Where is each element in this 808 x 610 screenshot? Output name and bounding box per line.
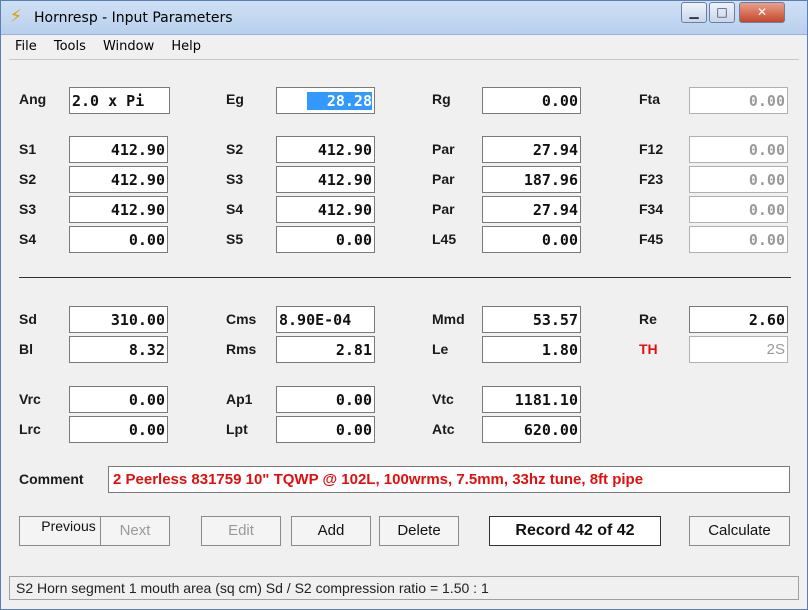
- th-field[interactable]: 2S: [689, 336, 788, 363]
- f23-label: F23: [639, 171, 664, 187]
- s1-field[interactable]: 412.90: [69, 136, 168, 163]
- par3-label: Par: [432, 201, 455, 217]
- mmd-label: Mmd: [432, 311, 465, 327]
- par1-field[interactable]: 27.94: [482, 136, 581, 163]
- lrc-label: Lrc: [19, 421, 41, 437]
- s3-label: S3: [19, 201, 37, 217]
- atc-field[interactable]: 620.00: [482, 416, 581, 443]
- s5-field[interactable]: 0.00: [276, 226, 375, 253]
- cms-label: Cms: [226, 311, 257, 327]
- cms-field[interactable]: 8.90E-04: [276, 306, 375, 333]
- mmd-field[interactable]: 53.57: [482, 306, 581, 333]
- menu-separator: [9, 59, 799, 60]
- record-indicator: Record 42 of 42: [489, 516, 661, 546]
- s4-field[interactable]: 0.00: [69, 226, 168, 253]
- par3-field[interactable]: 27.94: [482, 196, 581, 223]
- fta-field[interactable]: 0.00: [689, 87, 788, 114]
- rg-label: Rg: [432, 91, 451, 107]
- par1-label: Par: [432, 141, 455, 157]
- s3b-field[interactable]: 412.90: [276, 166, 375, 193]
- f45-label: F45: [639, 231, 664, 247]
- status-bar: S2 Horn segment 1 mouth area (sq cm) Sd …: [9, 576, 799, 600]
- minimize-button[interactable]: ▁: [681, 2, 707, 23]
- vrc-field[interactable]: 0.00: [69, 386, 168, 413]
- bl-label: Bl: [19, 341, 33, 357]
- lpt-field[interactable]: 0.00: [276, 416, 375, 443]
- delete-button[interactable]: Delete: [379, 516, 459, 546]
- comment-label: Comment: [19, 471, 84, 487]
- re-field[interactable]: 2.60: [689, 306, 788, 333]
- f12-field[interactable]: 0.00: [689, 136, 788, 163]
- maximize-button[interactable]: □: [709, 2, 735, 23]
- th-label: TH: [639, 341, 658, 357]
- l45-field[interactable]: 0.00: [482, 226, 581, 253]
- f12-label: F12: [639, 141, 664, 157]
- edit-button[interactable]: Edit: [201, 516, 281, 546]
- eg-label: Eg: [226, 91, 244, 107]
- eg-field[interactable]: 28.28: [276, 87, 375, 114]
- calculate-button[interactable]: Calculate: [689, 516, 790, 546]
- menu-tools[interactable]: Tools: [48, 35, 92, 58]
- par2-label: Par: [432, 171, 455, 187]
- lightning-icon: ⚡: [9, 6, 23, 27]
- next-button[interactable]: Next: [100, 516, 170, 546]
- rg-field[interactable]: 0.00: [482, 87, 581, 114]
- lpt-label: Lpt: [226, 421, 248, 437]
- main-window: ⚡ Hornresp - Input Parameters ▁ □ ✕ File…: [0, 0, 808, 610]
- ang-label: Ang: [19, 91, 47, 107]
- s2b-field[interactable]: 412.90: [276, 136, 375, 163]
- comment-field[interactable]: 2 Peerless 831759 10" TQWP @ 102L, 100wr…: [108, 466, 790, 493]
- title-bar[interactable]: ⚡ Hornresp - Input Parameters ▁ □ ✕: [1, 1, 807, 35]
- s3b-label: S3: [226, 171, 244, 187]
- le-label: Le: [432, 341, 449, 357]
- atc-label: Atc: [432, 421, 455, 437]
- s2-label: S2: [19, 171, 37, 187]
- s4-label: S4: [19, 231, 37, 247]
- vrc-label: Vrc: [19, 391, 41, 407]
- ap1-label: Ap1: [226, 391, 253, 407]
- s4b-label: S4: [226, 201, 244, 217]
- menu-file[interactable]: File: [9, 35, 43, 58]
- eg-value: 28.28: [306, 92, 372, 110]
- sd-label: Sd: [19, 311, 37, 327]
- f45-field[interactable]: 0.00: [689, 226, 788, 253]
- fta-label: Fta: [639, 91, 660, 107]
- f34-label: F34: [639, 201, 664, 217]
- rms-label: Rms: [226, 341, 257, 357]
- rms-field[interactable]: 2.81: [276, 336, 375, 363]
- menu-help[interactable]: Help: [165, 35, 207, 58]
- menu-bar: File Tools Window Help: [9, 35, 799, 59]
- vtc-field[interactable]: 1181.10: [482, 386, 581, 413]
- close-button[interactable]: ✕: [739, 2, 785, 23]
- sd-field[interactable]: 310.00: [69, 306, 168, 333]
- lrc-field[interactable]: 0.00: [69, 416, 168, 443]
- section-divider: [19, 277, 791, 278]
- s3-field[interactable]: 412.90: [69, 196, 168, 223]
- s4b-field[interactable]: 412.90: [276, 196, 375, 223]
- s2b-label: S2: [226, 141, 244, 157]
- menu-window[interactable]: Window: [97, 35, 160, 58]
- le-field[interactable]: 1.80: [482, 336, 581, 363]
- bl-field[interactable]: 8.32: [69, 336, 168, 363]
- window-title: Hornresp - Input Parameters: [34, 10, 233, 26]
- vtc-label: Vtc: [432, 391, 454, 407]
- s5-label: S5: [226, 231, 244, 247]
- s2-field[interactable]: 412.90: [69, 166, 168, 193]
- re-label: Re: [639, 311, 657, 327]
- ang-field[interactable]: 2.0 x Pi: [69, 87, 170, 114]
- s1-label: S1: [19, 141, 37, 157]
- par2-field[interactable]: 187.96: [482, 166, 581, 193]
- l45-label: L45: [432, 231, 457, 247]
- add-button[interactable]: Add: [291, 516, 371, 546]
- f23-field[interactable]: 0.00: [689, 166, 788, 193]
- ap1-field[interactable]: 0.00: [276, 386, 375, 413]
- f34-field[interactable]: 0.00: [689, 196, 788, 223]
